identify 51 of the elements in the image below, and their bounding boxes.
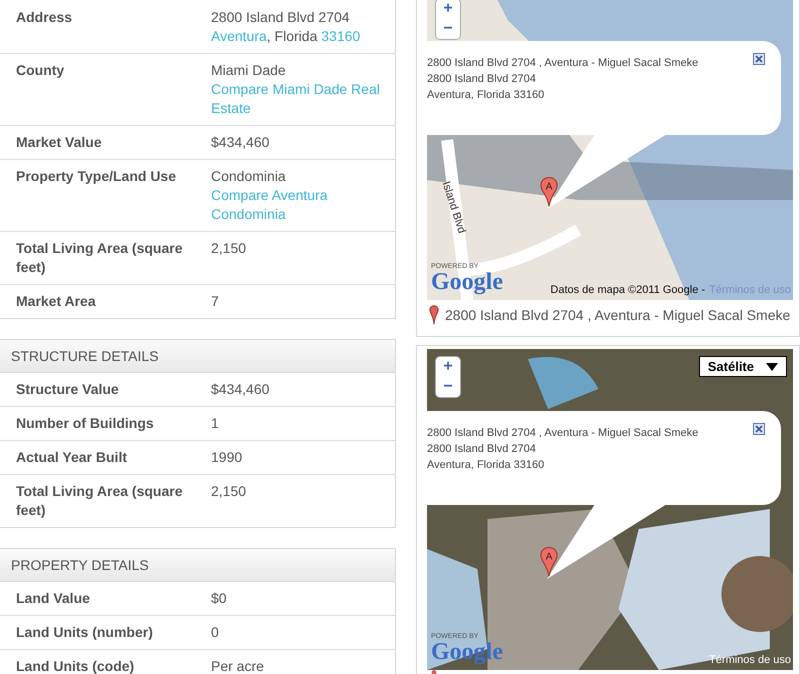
close-icon[interactable] xyxy=(753,53,765,65)
field-value: 2800 Island Blvd 2704 xyxy=(211,9,350,25)
zoom-out-button[interactable]: − xyxy=(436,19,460,39)
field-value: 1 xyxy=(211,415,219,431)
street-label: Island Blvd xyxy=(440,180,468,235)
zoom-out-button[interactable]: − xyxy=(436,377,460,397)
info-text: 2800 Island Blvd 2704 , Aventura - Miguel Sacal Smeke xyxy=(427,426,698,441)
field-label: Market Area xyxy=(16,292,97,311)
field-label: Number of Buildings xyxy=(16,414,155,433)
caret-icon xyxy=(766,362,778,370)
field-value: 2,150 xyxy=(211,483,246,499)
field-value: $0 xyxy=(211,590,227,606)
field-label: Property Type/Land Use xyxy=(16,167,178,186)
field-label: Address xyxy=(16,8,74,27)
field-label: Actual Year Built xyxy=(16,448,128,467)
field-value: $434,460 xyxy=(211,381,270,397)
info-text: 2800 Island Blvd 2704 , Aventura - Miguel Sacal Smeke xyxy=(427,56,698,71)
field-label: Market Value xyxy=(16,133,103,152)
map-marker: A xyxy=(540,546,558,578)
field-value: Condominia xyxy=(211,168,286,184)
field-value: 7 xyxy=(211,293,219,309)
field-value: Miami Dade xyxy=(211,62,286,78)
field-label: Land Units (number) xyxy=(16,623,154,642)
info-text: 2800 Island Blvd 2704 xyxy=(427,72,536,87)
field-value: 1990 xyxy=(211,449,242,465)
map-type-dropdown[interactable]: Satélite xyxy=(698,356,787,377)
field-value: $434,460 xyxy=(211,134,270,150)
field-value: , Florida xyxy=(266,28,318,44)
field-label: County xyxy=(16,61,66,80)
field-value: 0 xyxy=(211,624,219,640)
field-label: Land Value xyxy=(16,589,91,608)
terms-link[interactable]: Términos de uso xyxy=(709,654,791,666)
pin-icon xyxy=(429,305,439,325)
zoom-in-button[interactable]: + xyxy=(436,0,460,19)
field-label: Structure Value xyxy=(16,380,120,399)
field-label: Total Living Area (square feet) xyxy=(16,482,184,520)
section-header: PROPERTY DETAILS xyxy=(0,549,395,582)
info-text: 2800 Island Blvd 2704 xyxy=(427,442,536,457)
map-caption: 2800 Island Blvd 2704 , Aventura - Miguel Sacal Smeke xyxy=(445,307,790,323)
map-marker: A xyxy=(540,176,558,208)
section-header: STRUCTURE DETAILS xyxy=(0,340,395,373)
field-value: 2,150 xyxy=(211,240,246,256)
google-logo: Google xyxy=(431,270,503,294)
info-text: Aventura, Florida 33160 xyxy=(427,458,544,473)
field-value: Per acre xyxy=(211,658,264,674)
field-label: Land Units (code) xyxy=(16,657,136,674)
zoom-in-button[interactable]: + xyxy=(436,357,460,377)
attribution-text: Datos de mapa ©2011 Google - xyxy=(550,284,706,296)
field-label: Total Living Area (square feet) xyxy=(16,239,184,277)
info-text: Aventura, Florida 33160 xyxy=(427,88,544,103)
close-icon[interactable] xyxy=(753,423,765,435)
